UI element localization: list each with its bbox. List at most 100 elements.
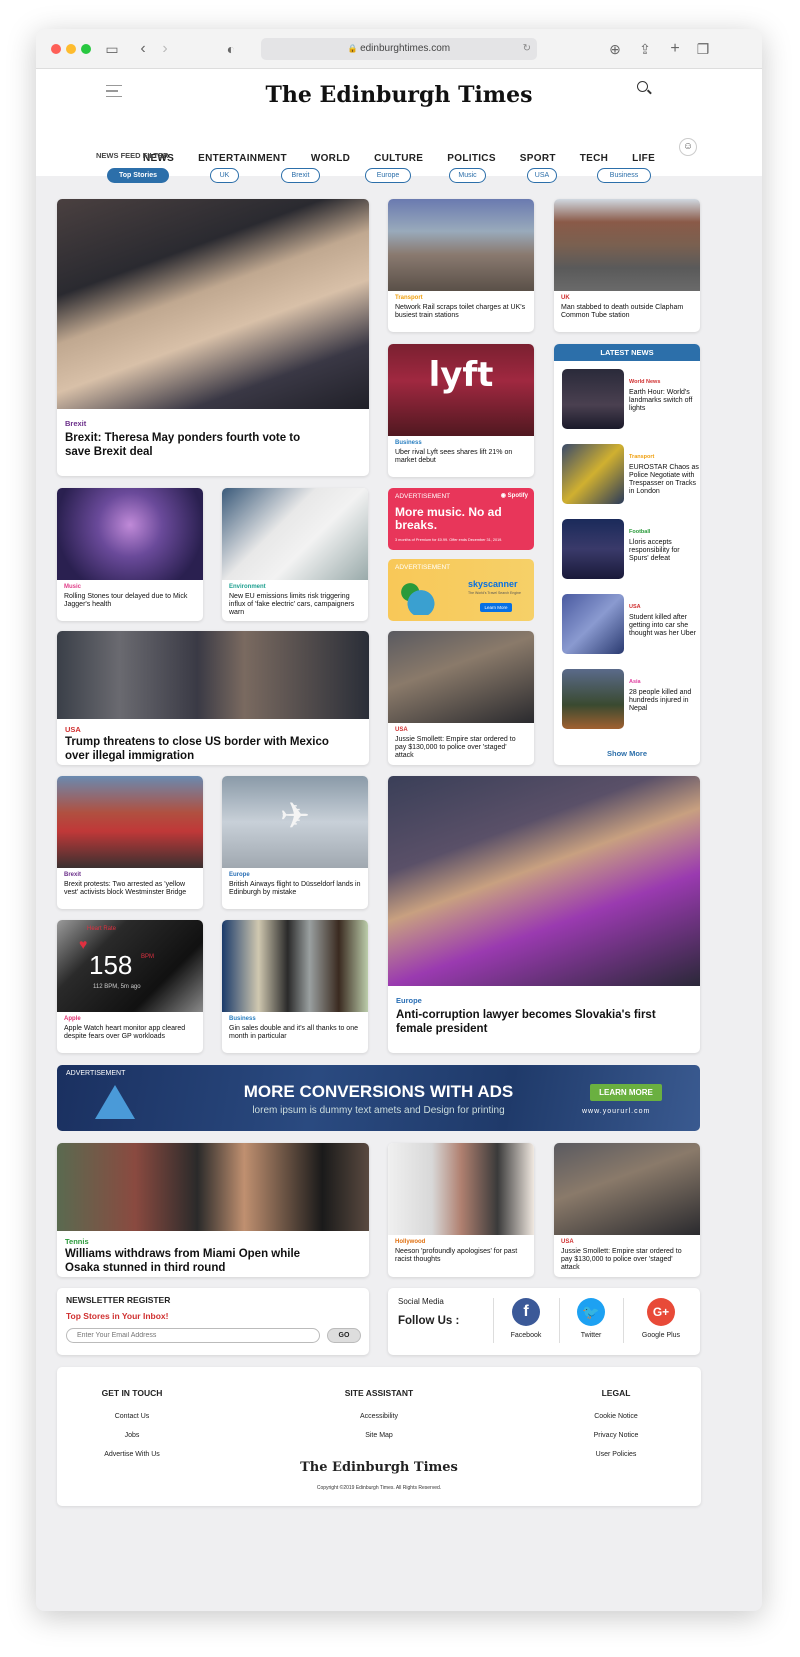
nav-item-culture[interactable]: CULTURE (374, 153, 423, 164)
footer-link-contact-us[interactable]: Contact Us (57, 1413, 207, 1420)
article-title[interactable]: Jussie Smollett: Empire star ordered to … (395, 736, 527, 760)
nav-item-sport[interactable]: SPORT (520, 153, 556, 164)
latest-news-item[interactable]: Football Lloris accepts responsibility fo… (562, 519, 692, 581)
article-card-lyft[interactable]: lyft Business Uber rival Lyft sees share… (388, 344, 534, 477)
filter-pill-europe[interactable]: Europe (365, 168, 411, 183)
article-card-trump[interactable]: USA Trump threatens to close US border w… (57, 631, 369, 765)
filter-pill-music[interactable]: Music (449, 168, 486, 183)
footer-link-jobs[interactable]: Jobs (57, 1432, 207, 1439)
skyscanner-ad[interactable]: ADVERTISEMENT skyscanner The World's Tra… (388, 559, 534, 621)
site-logo[interactable]: The Edinburgh Times (36, 82, 762, 108)
article-title[interactable]: Uber rival Lyft sees shares lift 21% on … (395, 449, 527, 465)
twitter-label: Twitter (580, 1332, 602, 1339)
article-title[interactable]: Jussie Smollett: Empire star ordered to … (561, 1248, 693, 1272)
filter-pill-uk[interactable]: UK (210, 168, 239, 183)
latest-news-category: World News (629, 379, 661, 385)
article-title[interactable]: Brexit: Theresa May ponders fourth vote … (65, 431, 315, 459)
article-card-brexit[interactable]: Brexit Brexit: Theresa May ponders fourt… (57, 199, 369, 476)
article-card-slovakia[interactable]: Europe Anti-corruption lawyer becomes Sl… (388, 776, 700, 1053)
footer-link-user-policies[interactable]: User Policies (541, 1451, 691, 1458)
article-title[interactable]: Rolling Stones tour delayed due to Mick … (64, 593, 196, 609)
filter-pill-top-stories[interactable]: Top Stories (107, 168, 169, 183)
footer-link-site-map[interactable]: Site Map (304, 1432, 454, 1439)
article-card-eu-emissions[interactable]: Environment New EU emissions limits risk… (222, 488, 368, 621)
nav-item-tech[interactable]: TECH (580, 153, 608, 164)
maximize-window-button[interactable] (81, 44, 91, 54)
footer-link-privacy-notice[interactable]: Privacy Notice (541, 1432, 691, 1439)
footer-heading: SITE ASSISTANT (344, 1388, 414, 1398)
article-title[interactable]: Williams withdraws from Miami Open while… (65, 1247, 330, 1275)
article-title[interactable]: British Airways flight to Düsseldorf lan… (229, 881, 361, 897)
minimize-window-button[interactable] (66, 44, 76, 54)
article-card-smollett[interactable]: USA Jussie Smollett: Empire star ordered… (388, 631, 534, 765)
ad-learn-more-button[interactable]: LEARN MORE (590, 1084, 662, 1101)
article-title[interactable]: Anti-corruption lawyer becomes Slovakia'… (396, 1008, 656, 1036)
banner-ad[interactable]: ADVERTISEMENT MORE CONVERSIONS WITH ADS … (57, 1065, 700, 1131)
learn-more-button[interactable]: Learn More (480, 603, 512, 612)
article-title[interactable]: Network Rail scraps toilet charges at UK… (395, 304, 527, 320)
latest-news-title[interactable]: Lloris accepts responsibility for Spurs'… (629, 539, 699, 563)
reload-icon[interactable]: ↻ (523, 38, 531, 60)
footer-link-advertise-with-us[interactable]: Advertise With Us (57, 1451, 207, 1458)
article-card-brexit-protests[interactable]: Brexit Brexit protests: Two arrested as … (57, 776, 203, 909)
spotify-ad[interactable]: ADVERTISEMENT ◉ Spotify More music. No a… (388, 488, 534, 550)
address-bar[interactable]: 🔒 edinburghtimes.com ↻ (261, 38, 537, 60)
nav-item-life[interactable]: LIFE (632, 153, 655, 164)
show-more-link[interactable]: Show More (554, 749, 700, 758)
footer-link-accessibility[interactable]: Accessibility (304, 1413, 454, 1420)
article-title[interactable]: Gin sales double and it's all thanks to … (229, 1025, 361, 1041)
latest-news-title[interactable]: 28 people killed and hundreds injured in… (629, 689, 699, 713)
nav-item-entertainment[interactable]: ENTERTAINMENT (198, 153, 287, 164)
article-title[interactable]: New EU emissions limits risk triggering … (229, 593, 361, 617)
filter-pill-business[interactable]: Business (597, 168, 651, 183)
article-card-williams[interactable]: Tennis Williams withdraws from Miami Ope… (57, 1143, 369, 1277)
article-title[interactable]: Brexit protests: Two arrested as 'yellow… (64, 881, 196, 897)
downloads-icon[interactable]: ⊕ (606, 40, 624, 58)
article-card-smollett-2[interactable]: USA Jussie Smollett: Empire star ordered… (554, 1143, 700, 1277)
article-card-apple-watch[interactable]: ♥ Heart Rate 158 BPM 112 BPM, 5m ago App… (57, 920, 203, 1053)
latest-news-item[interactable]: USA Student killed after getting into car… (562, 594, 696, 656)
nav-item-politics[interactable]: POLITICS (447, 153, 496, 164)
article-card-gin-sales[interactable]: Business Gin sales double and it's all t… (222, 920, 368, 1053)
article-category: Tennis (65, 1237, 89, 1246)
latest-news-title[interactable]: EUROSTAR Chaos as Police Negotiate with … (629, 464, 699, 496)
ad-tagline: The World's Travel Search Engine (468, 591, 521, 595)
latest-news-header: LATEST NEWS (554, 344, 700, 361)
article-title[interactable]: Trump threatens to close US border with … (65, 735, 330, 763)
nav-item-world[interactable]: WORLD (311, 153, 350, 164)
latest-news-item[interactable]: Transport EUROSTAR Chaos as Police Negoti… (562, 444, 699, 506)
article-title[interactable]: Neeson 'profoundly apologises' for past … (395, 1248, 527, 1264)
privacy-shield-icon[interactable]: ◐ (222, 40, 240, 58)
latest-news-title[interactable]: Student killed after getting into car sh… (629, 614, 699, 638)
footer-logo[interactable]: The Edinburgh Times (57, 1460, 701, 1475)
article-card-clapham[interactable]: UK Man stabbed to death outside Clapham … (554, 199, 700, 332)
new-tab-icon[interactable]: + (666, 40, 684, 58)
article-card-neeson[interactable]: Hollywood Neeson 'profoundly apologises'… (388, 1143, 534, 1277)
article-card-rolling-stones[interactable]: Music Rolling Stones tour delayed due to… (57, 488, 203, 621)
newsletter-go-button[interactable]: GO (327, 1328, 361, 1343)
email-input[interactable] (66, 1328, 320, 1343)
ad-fine-print: 3 months of Premium for £0.99. Offer end… (395, 538, 503, 542)
article-title[interactable]: Apple Watch heart monitor app cleared de… (64, 1025, 196, 1041)
latest-news-title[interactable]: Earth Hour: World's landmarks switch off… (629, 389, 699, 413)
google-plus-link[interactable]: G+ Google Plus (632, 1298, 690, 1339)
sidebar-toggle-icon[interactable]: ▭ (103, 40, 121, 58)
facebook-link[interactable]: f Facebook (506, 1298, 546, 1339)
share-icon[interactable]: ⇪ (636, 40, 654, 58)
accessibility-icon[interactable]: ☺ (679, 138, 697, 156)
back-icon[interactable]: ‹ (134, 40, 152, 58)
forward-icon[interactable]: › (156, 40, 174, 58)
footer-link-cookie-notice[interactable]: Cookie Notice (541, 1413, 691, 1420)
close-window-button[interactable] (51, 44, 61, 54)
article-card-network-rail[interactable]: Transport Network Rail scraps toilet cha… (388, 199, 534, 332)
latest-news-item[interactable]: Asia 28 people killed and hundreds injure… (562, 669, 692, 731)
article-title[interactable]: Man stabbed to death outside Clapham Com… (561, 304, 693, 320)
latest-news-item[interactable]: World News Earth Hour: World's landmarks … (562, 369, 692, 431)
search-icon[interactable] (637, 81, 652, 95)
filter-pill-brexit[interactable]: Brexit (281, 168, 320, 183)
article-card-british-airways[interactable]: ✈ Europe British Airways flight to Düsse… (222, 776, 368, 909)
twitter-link[interactable]: 🐦 Twitter (569, 1298, 613, 1339)
footer-heading: LEGAL (601, 1388, 631, 1398)
tabs-overview-icon[interactable]: ❐ (694, 40, 712, 58)
filter-pill-usa[interactable]: USA (527, 168, 557, 183)
